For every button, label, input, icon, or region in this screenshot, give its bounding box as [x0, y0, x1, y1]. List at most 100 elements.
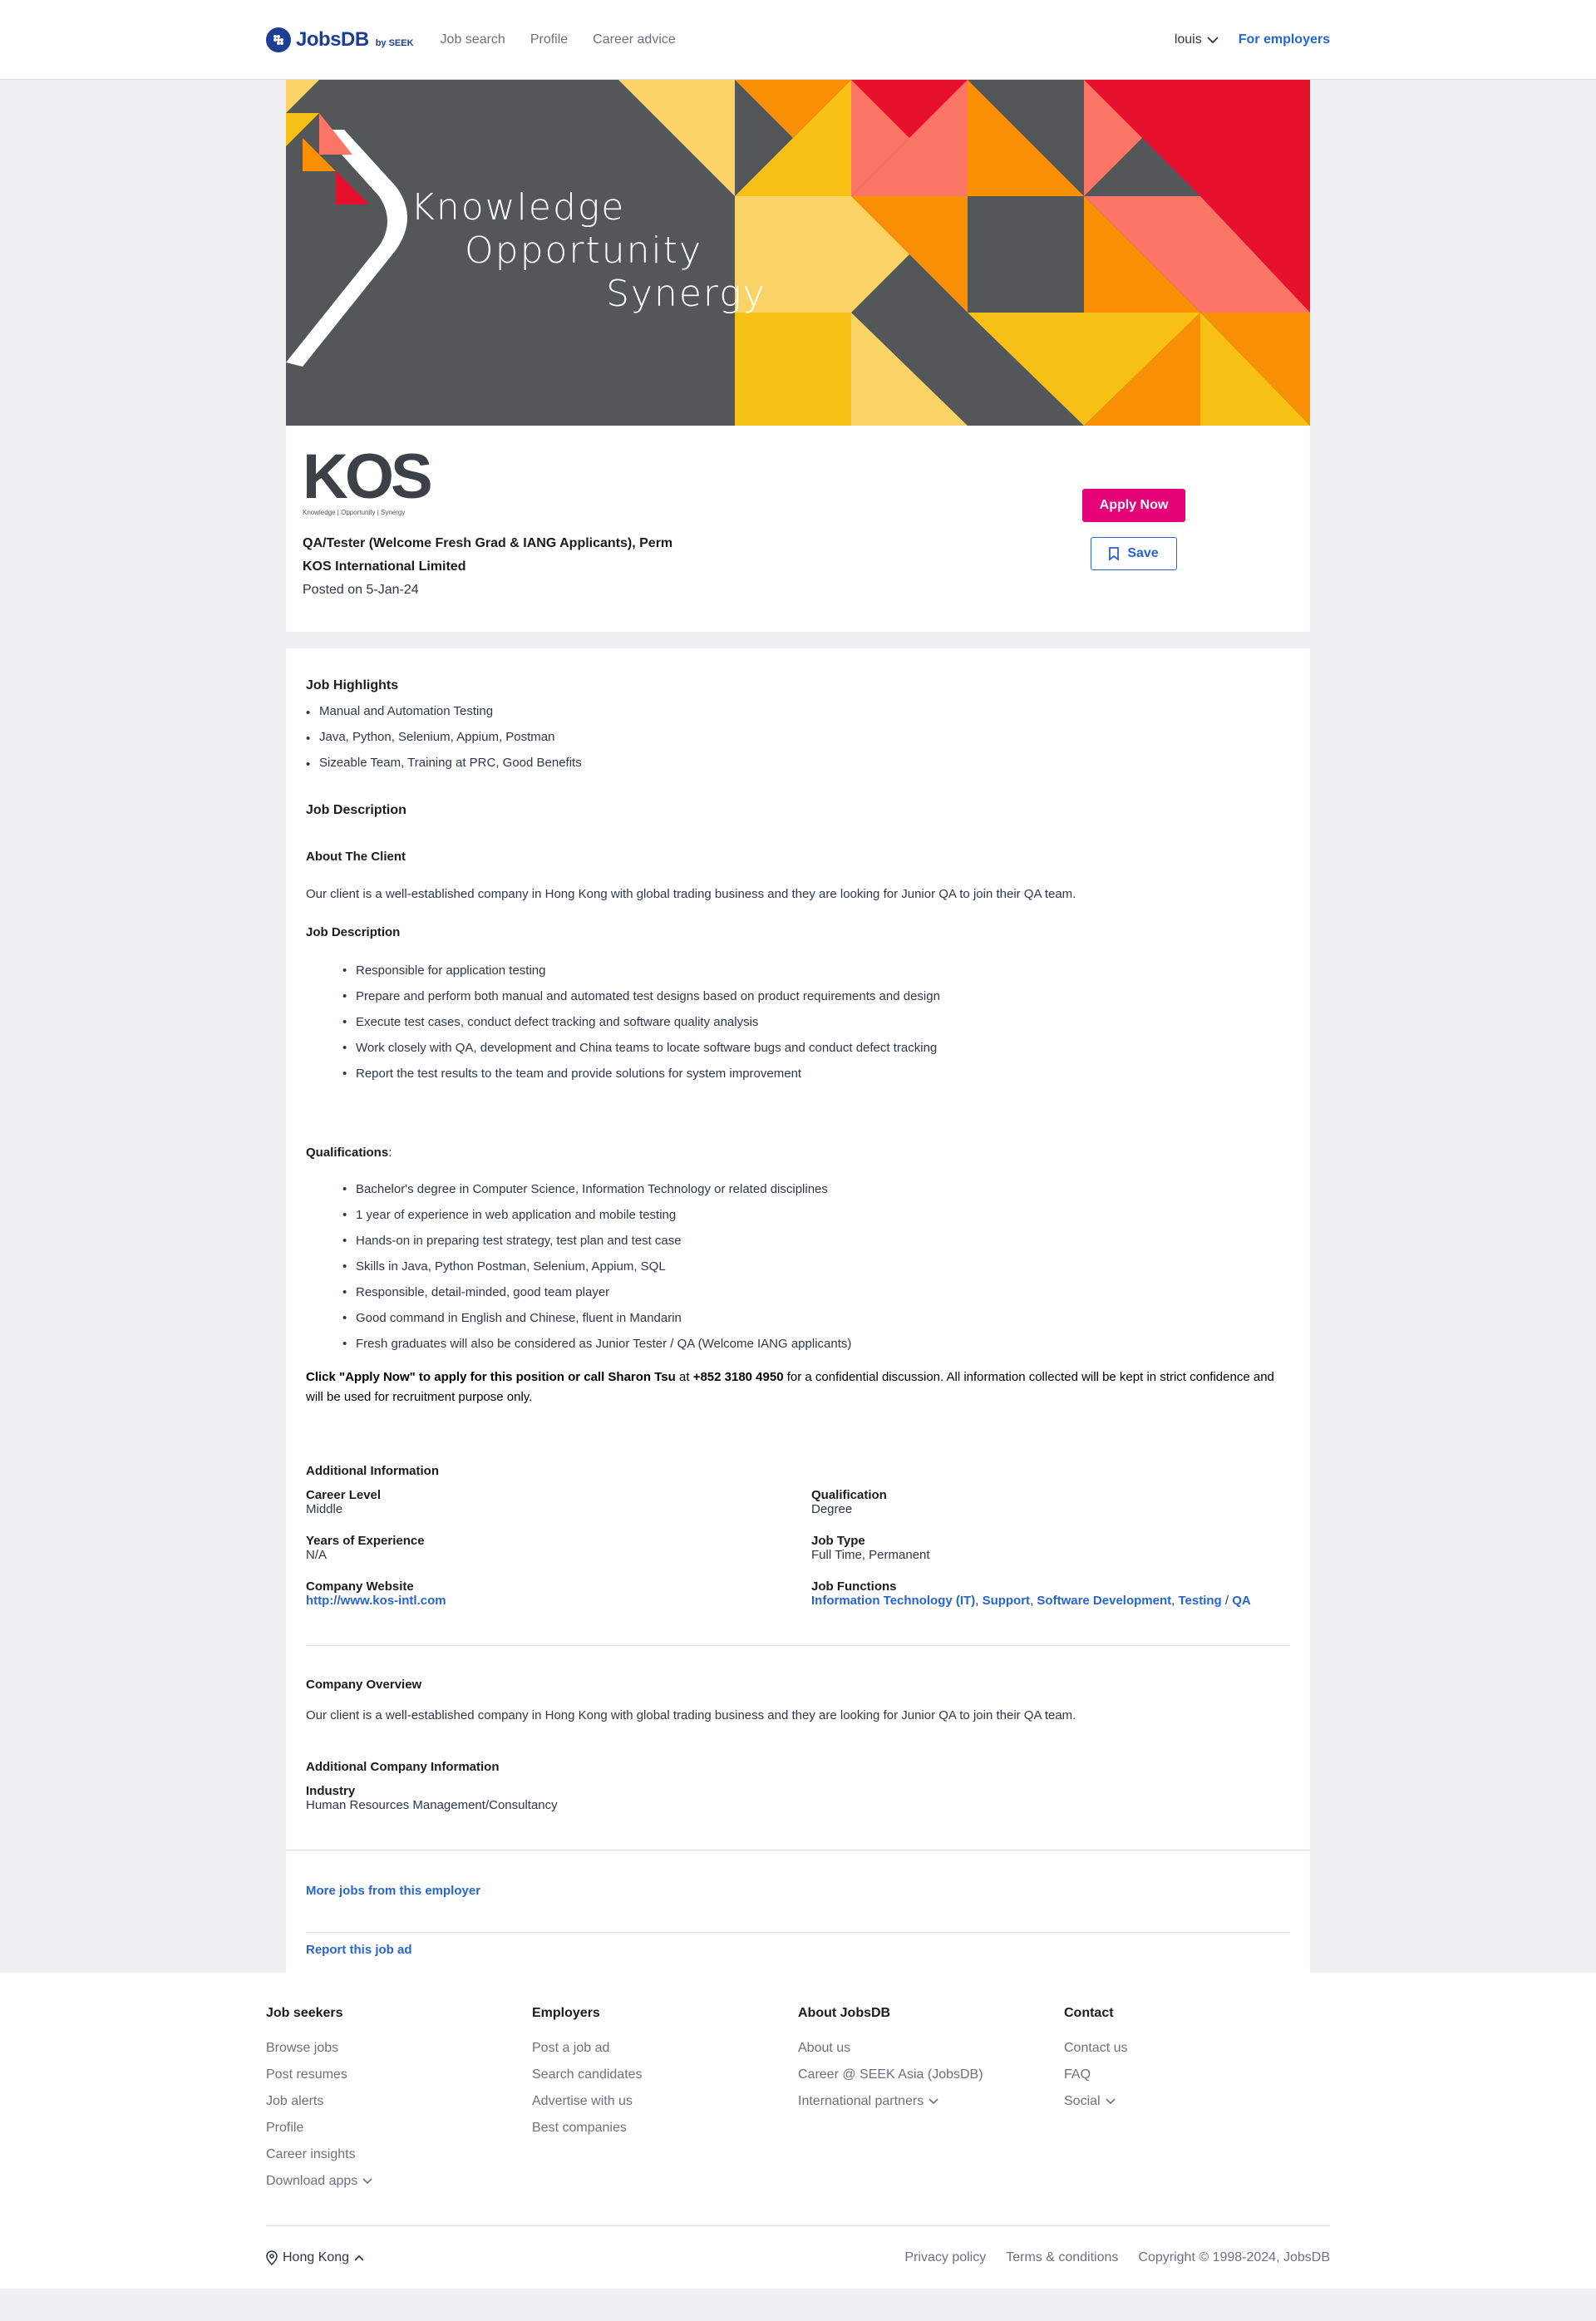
- posted-date: Posted on 5-Jan-24: [303, 583, 419, 597]
- footer: Job seekers Browse jobs Post resumes Job…: [0, 1973, 1596, 2289]
- apply-instructions-bold: Click "Apply Now" to apply for this posi…: [306, 1370, 676, 1384]
- career-level-label: Career Level: [306, 1488, 382, 1502]
- terms-link[interactable]: Terms & conditions: [1006, 2250, 1118, 2265]
- jobsdb-logo-icon: [266, 27, 291, 52]
- job-header-card: KOS Knowledge | Opportunity | Synergy QA…: [286, 426, 1310, 632]
- employer-links-section: More jobs from this employer Report this…: [286, 1850, 1310, 1973]
- job-function-link[interactable]: Software Development: [1037, 1594, 1171, 1608]
- chevron-down-icon: [929, 2098, 938, 2105]
- duties-list: Responsible for application testing Prep…: [342, 963, 1290, 1082]
- social-toggle[interactable]: Social: [1064, 2094, 1330, 2109]
- about-client-heading: About The Client: [306, 850, 406, 864]
- footer-link[interactable]: Advertise with us: [532, 2094, 798, 2109]
- job-functions-links: Information Technology (IT), Support, So…: [811, 1594, 1290, 1609]
- list-item: Responsible for application testing: [342, 963, 1290, 979]
- additional-company-info-heading: Additional Company Information: [306, 1760, 500, 1774]
- footer-link-label: Social: [1064, 2094, 1101, 2108]
- industry-value: Human Resources Management/Consultancy: [306, 1798, 558, 1812]
- job-function-link[interactable]: Support: [983, 1594, 1031, 1608]
- jobsdb-logo[interactable]: JobsDB by SEEK: [266, 27, 414, 52]
- list-item: Good command in English and Chinese, flu…: [342, 1310, 1290, 1327]
- list-item: Skills in Java, Python Postman, Selenium…: [342, 1259, 1290, 1275]
- user-menu[interactable]: louis: [1175, 32, 1219, 47]
- nav-job-search[interactable]: Job search: [441, 32, 505, 47]
- qualifications-list: Bachelor's degree in Computer Science, I…: [342, 1181, 1290, 1353]
- top-navigation-bar: JobsDB by SEEK Job search Profile Career…: [0, 0, 1596, 80]
- list-item: Fresh graduates will also be considered …: [342, 1336, 1290, 1353]
- banner-text-knowledge: Knowledge: [411, 186, 626, 229]
- apply-instructions: Click "Apply Now" to apply for this posi…: [306, 1367, 1290, 1407]
- footer-col-title: Job seekers: [266, 2006, 343, 2020]
- list-item: Responsible, detail-minded, good team pl…: [342, 1284, 1290, 1301]
- footer-link[interactable]: Browse jobs: [266, 2041, 532, 2056]
- job-description-subheading: Job Description: [306, 925, 401, 939]
- report-job-link[interactable]: Report this job ad: [306, 1933, 1290, 1973]
- location-pin-icon: [266, 2250, 278, 2265]
- footer-col-about: About JobsDB About us Career @ SEEK Asia…: [798, 2006, 1064, 2200]
- job-function-link[interactable]: Testing: [1178, 1594, 1221, 1608]
- list-item: Work closely with QA, development and Ch…: [342, 1040, 1290, 1057]
- qualifications-colon: :: [388, 1146, 392, 1160]
- job-function-link[interactable]: Information Technology (IT): [811, 1594, 975, 1608]
- more-jobs-link[interactable]: More jobs from this employer: [306, 1884, 1290, 1932]
- experience-label: Years of Experience: [306, 1534, 425, 1548]
- region-selector[interactable]: Hong Kong: [266, 2250, 364, 2265]
- apply-now-button[interactable]: Apply Now: [1082, 489, 1185, 522]
- for-employers-link[interactable]: For employers: [1239, 32, 1330, 47]
- region-label: Hong Kong: [283, 2250, 350, 2264]
- chevron-down-icon: [1207, 36, 1219, 43]
- international-partners-toggle[interactable]: International partners: [798, 2094, 1064, 2109]
- company-website-block: Company Website http://www.kos-intl.com: [306, 1579, 811, 1609]
- footer-link[interactable]: Contact us: [1064, 2041, 1330, 2056]
- privacy-policy-link[interactable]: Privacy policy: [904, 2250, 986, 2265]
- footer-link[interactable]: FAQ: [1064, 2067, 1330, 2082]
- qualification-block: Qualification Degree: [811, 1488, 1290, 1517]
- download-apps-toggle[interactable]: Download apps: [266, 2174, 532, 2189]
- footer-link[interactable]: Best companies: [532, 2121, 798, 2136]
- user-name: louis: [1174, 32, 1202, 47]
- job-function-link[interactable]: QA: [1232, 1594, 1251, 1608]
- footer-link[interactable]: Career @ SEEK Asia (JobsDB): [798, 2067, 1064, 2082]
- footer-link[interactable]: Post resumes: [266, 2067, 532, 2082]
- about-client-text: Our client is a well-established company…: [306, 887, 1076, 901]
- footer-link[interactable]: About us: [798, 2041, 1064, 2056]
- footer-link[interactable]: Job alerts: [266, 2094, 532, 2109]
- company-logo-tagline: Knowledge | Opportunity | Synergy: [303, 509, 406, 516]
- list-item: Bachelor's degree in Computer Science, I…: [342, 1181, 1290, 1198]
- company-logo-wordmark: KOS: [303, 441, 433, 512]
- nav-profile[interactable]: Profile: [530, 32, 568, 47]
- company-logo: KOS Knowledge | Opportunity | Synergy: [303, 441, 433, 517]
- list-item: Execute test cases, conduct defect track…: [342, 1014, 1290, 1031]
- footer-link[interactable]: Profile: [266, 2121, 532, 2136]
- copyright-text: Copyright © 1998-2024, JobsDB: [1138, 2250, 1330, 2264]
- logo-subtext: by SEEK: [375, 38, 414, 48]
- save-job-button[interactable]: Save: [1091, 537, 1177, 570]
- footer-link[interactable]: Search candidates: [532, 2067, 798, 2082]
- footer-link-label: Download apps: [266, 2174, 358, 2188]
- list-item: 1 year of experience in web application …: [342, 1207, 1290, 1224]
- footer-col-contact: Contact Contact us FAQ Social: [1064, 2006, 1330, 2200]
- chevron-down-icon: [1106, 2098, 1116, 2105]
- save-label: Save: [1127, 546, 1159, 560]
- nav-career-advice[interactable]: Career advice: [593, 32, 676, 47]
- apply-instructions-at: at: [675, 1370, 693, 1384]
- company-overview-heading: Company Overview: [306, 1678, 422, 1692]
- company-banner: Knowledge Opportunity Synergy: [286, 80, 1310, 426]
- footer-col-title: About JobsDB: [798, 2006, 891, 2020]
- footer-col-job-seekers: Job seekers Browse jobs Post resumes Job…: [266, 2006, 532, 2200]
- job-functions-label: Job Functions: [811, 1579, 897, 1594]
- footer-link[interactable]: Post a job ad: [532, 2041, 798, 2056]
- qualification-value: Degree: [811, 1502, 853, 1516]
- qualifications-heading: Qualifications:: [306, 1146, 1290, 1160]
- company-overview-text: Our client is a well-established company…: [306, 1708, 1076, 1722]
- job-type-value: Full Time, Permanent: [811, 1548, 930, 1562]
- footer-link[interactable]: Career insights: [266, 2147, 532, 2162]
- job-function-separator: /: [1221, 1594, 1233, 1608]
- experience-value: N/A: [306, 1548, 328, 1562]
- career-level-value: Middle: [306, 1502, 343, 1516]
- list-item: Prepare and perform both manual and auto…: [342, 988, 1290, 1005]
- job-type-label: Job Type: [811, 1534, 865, 1548]
- footer-col-employers: Employers Post a job ad Search candidate…: [532, 2006, 798, 2200]
- banner-graphic: [286, 80, 1310, 426]
- company-website-link[interactable]: http://www.kos-intl.com: [306, 1594, 446, 1608]
